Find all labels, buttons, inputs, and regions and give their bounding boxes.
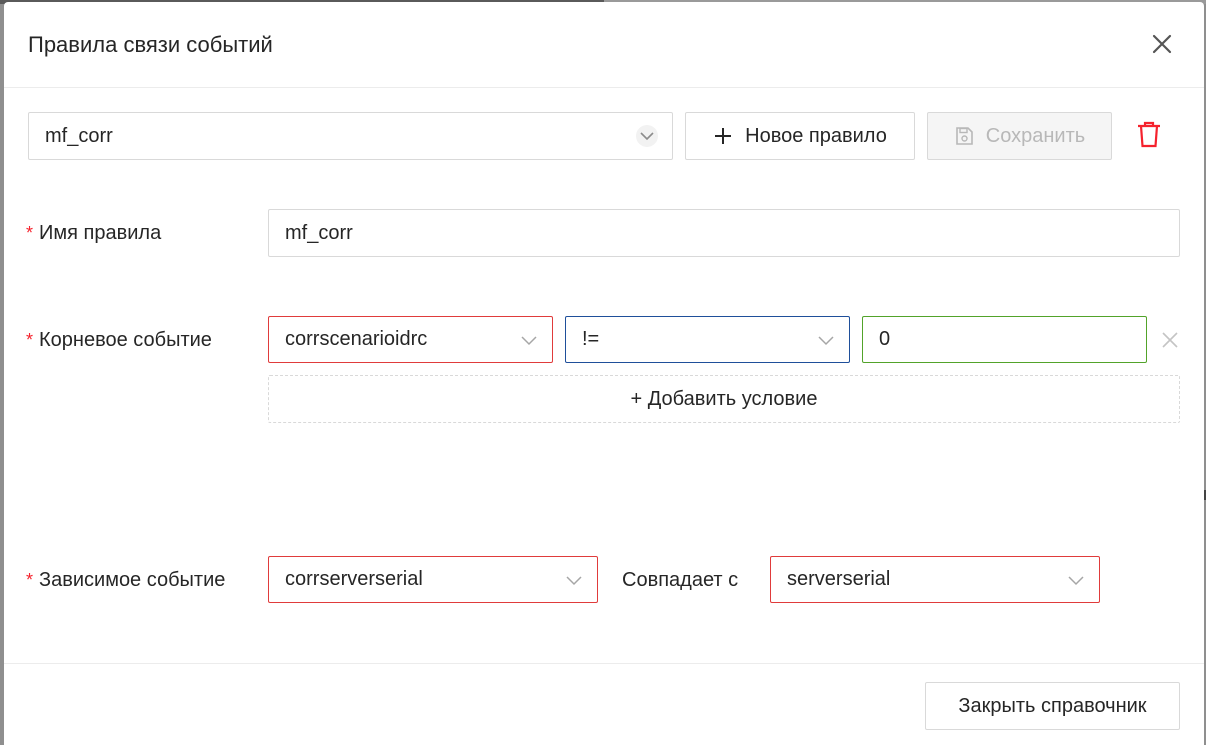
root-event-operator-select[interactable]: != — [565, 316, 850, 363]
save-button[interactable]: Сохранить — [927, 112, 1112, 160]
add-condition-button[interactable]: + Добавить условие — [268, 375, 1180, 423]
chevron-down-icon — [565, 571, 583, 589]
chevron-down-icon — [520, 331, 538, 349]
required-mark: * — [26, 570, 34, 590]
dialog-footer: Закрыть справочник — [4, 663, 1204, 745]
new-rule-button[interactable]: Новое правило — [685, 112, 915, 160]
chevron-down-icon — [636, 125, 658, 147]
dependent-event-field-value: corrserverserial — [285, 568, 423, 590]
rule-name-value: mf_corr — [285, 221, 353, 244]
close-icon[interactable] — [1150, 32, 1174, 56]
chevron-down-icon — [817, 331, 835, 349]
root-event-operator-value: != — [582, 328, 600, 350]
required-mark: * — [26, 330, 34, 350]
chevron-down-icon — [1067, 571, 1085, 589]
dependent-event-field-select[interactable]: corrserverserial — [268, 556, 598, 603]
root-event-label: * Корневое событие — [26, 328, 212, 352]
root-event-field-value: corrscenarioidrc — [285, 328, 428, 350]
dependent-event-label: * Зависимое событие — [26, 568, 225, 592]
rules-dialog: Правила связи событий mf_corr Новое прав… — [4, 2, 1204, 745]
plus-icon — [713, 126, 733, 146]
close-dictionary-label: Закрыть справочник — [958, 694, 1147, 717]
root-event-label-text: Корневое событие — [39, 329, 212, 351]
dialog-header: Правила связи событий — [4, 2, 1204, 88]
save-label: Сохранить — [985, 124, 1086, 147]
new-rule-label: Новое правило — [745, 124, 887, 147]
rule-name-label-text: Имя правила — [39, 222, 162, 244]
close-dictionary-button[interactable]: Закрыть справочник — [925, 682, 1180, 730]
trash-icon[interactable] — [1136, 121, 1162, 149]
root-event-condition-value: 0 — [879, 328, 891, 350]
dialog-body: mf_corr Новое правило Сохранить * Имя пра… — [4, 88, 1204, 663]
rule-select-value: mf_corr — [45, 124, 113, 147]
dependent-event-label-text: Зависимое событие — [39, 569, 226, 591]
rule-select[interactable]: mf_corr — [28, 112, 673, 160]
match-field-select[interactable]: serverserial — [770, 556, 1100, 603]
root-event-field-select[interactable]: corrscenarioidrc — [268, 316, 553, 363]
floppy-disk-icon — [954, 126, 974, 146]
required-mark: * — [26, 223, 34, 243]
root-event-condition-input[interactable]: 0 — [862, 316, 1147, 363]
rule-name-label: * Имя правила — [26, 221, 161, 245]
match-field-value: serverserial — [787, 568, 891, 590]
rule-name-input[interactable]: mf_corr — [268, 209, 1180, 257]
close-small-icon[interactable] — [1160, 330, 1180, 350]
match-label: Совпадает с — [622, 569, 739, 591]
dialog-title: Правила связи событий — [28, 32, 273, 57]
